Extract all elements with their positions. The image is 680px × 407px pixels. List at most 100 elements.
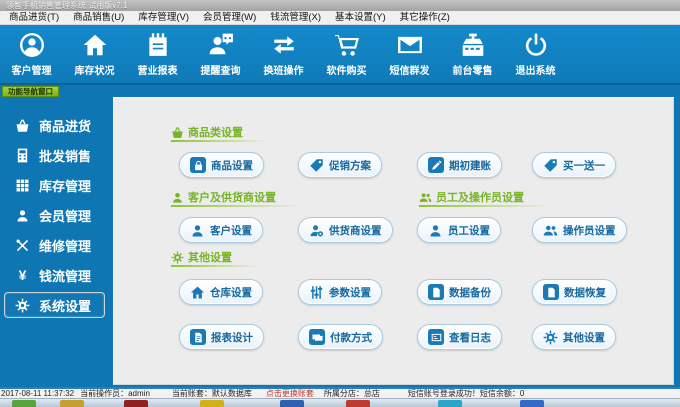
status-operator: 当前操作员：admin xyxy=(80,389,150,398)
view-log-button[interactable]: 查看日志 xyxy=(417,324,502,350)
data-backup-button[interactable]: 数据备份 xyxy=(417,279,502,305)
menu-item-inventory[interactable]: 库存管理(V) xyxy=(131,11,196,25)
toolbar-shift-change[interactable]: 换班操作 xyxy=(252,32,315,77)
os-taskbar xyxy=(0,398,680,407)
menu-item-other-ops[interactable]: 其它操作(Z) xyxy=(393,11,457,25)
sidebar-item-label: 商品进货 xyxy=(39,118,92,134)
taskbar-app-icon[interactable] xyxy=(12,400,36,407)
report-design-button[interactable]: 报表设计 xyxy=(179,324,264,350)
toolbar-inventory-status[interactable]: 库存状况 xyxy=(63,32,126,77)
menu-item-basic-settings[interactable]: 基本设置(Y) xyxy=(328,11,393,25)
toolbar-sms-bulk[interactable]: 短信群发 xyxy=(378,32,441,77)
toolbar-label: 软件购买 xyxy=(326,66,367,77)
sidebar-item-purchase[interactable]: 商品进货 xyxy=(0,110,113,140)
taskbar-app-icon[interactable] xyxy=(60,400,84,407)
mail-icon xyxy=(397,32,423,58)
toolbar-label: 短信群发 xyxy=(389,66,430,77)
gear-icon xyxy=(15,298,30,313)
status-timestamp: 2017-08-11 11:37:32 xyxy=(1,389,75,398)
people-icon xyxy=(543,223,558,238)
sidebar: 商品进货 批发销售 库存管理 会员管理 维修管理 ¥ 钱流管理 系统设置 xyxy=(0,110,113,320)
pencil-icon xyxy=(428,157,444,173)
cash-register-icon xyxy=(460,32,486,58)
gear-icon xyxy=(171,251,184,264)
promotion-plan-button[interactable]: 促销方案 xyxy=(298,152,382,178)
sidebar-item-member[interactable]: 会员管理 xyxy=(0,200,113,230)
sidebar-item-label: 钱流管理 xyxy=(39,268,92,284)
taskbar-app-icon[interactable] xyxy=(200,400,224,407)
taskbar-app-icon[interactable] xyxy=(520,400,544,407)
yen-icon: ¥ xyxy=(18,266,27,283)
switch-account-link[interactable]: 点击更换账套 xyxy=(266,389,314,398)
toolbar-business-report[interactable]: 营业报表 xyxy=(126,32,189,77)
tools-icon xyxy=(15,238,30,253)
warehouse-settings-button[interactable]: 仓库设置 xyxy=(179,279,263,305)
taskbar-app-icon[interactable] xyxy=(124,400,148,407)
workspace: 功能导航窗口 商品进货 批发销售 库存管理 会员管理 维修管理 ¥ 钱流管理 系… xyxy=(0,85,680,387)
taskbar-app-icon[interactable] xyxy=(280,400,304,407)
section-header-customer-supplier: 客户及供货商设置 xyxy=(171,189,302,207)
app-window: 领智手机销售管理系统 试用版v7.1 商品进货(T) 商品销售(U) 库存管理(… xyxy=(0,0,680,407)
grid-icon xyxy=(15,178,30,193)
sidebar-item-wholesale[interactable]: 批发销售 xyxy=(0,140,113,170)
toolbar-label: 客户管理 xyxy=(11,66,52,77)
toolbar-label: 库存状况 xyxy=(74,66,115,77)
menu-item-purchase[interactable]: 商品进货(T) xyxy=(2,11,66,25)
sidebar-item-system-settings[interactable]: 系统设置 xyxy=(4,292,105,318)
log-window-icon xyxy=(428,329,444,345)
toolbar-reminder-query[interactable]: 提醒查询 xyxy=(189,32,252,77)
parameter-settings-button[interactable]: 参数设置 xyxy=(298,279,382,305)
employee-settings-button[interactable]: 员工设置 xyxy=(417,217,501,243)
sidebar-item-label: 批发销售 xyxy=(39,148,92,164)
person-icon xyxy=(171,191,184,204)
other-settings-button[interactable]: 其他设置 xyxy=(532,324,616,350)
basket-icon xyxy=(15,118,30,133)
person-gear-icon xyxy=(309,223,324,238)
report-icon xyxy=(190,329,206,345)
sidebar-item-label: 维修管理 xyxy=(39,238,92,254)
tag-icon xyxy=(543,158,558,173)
settings-panel: 商品类设置 商品设置 促销方案 期初建账 买一送一 客户及供货商设置 员工及操作… xyxy=(113,97,674,385)
calculator-icon xyxy=(15,148,30,163)
toolbar-label: 退出系统 xyxy=(515,66,556,77)
toolbar-customer-mgmt[interactable]: 客户管理 xyxy=(0,32,63,77)
sidebar-item-cashflow[interactable]: ¥ 钱流管理 xyxy=(0,260,113,290)
document-icon xyxy=(428,284,444,300)
product-settings-button[interactable]: 商品设置 xyxy=(179,152,264,178)
window-title: 领智手机销售管理系统 试用版v7.1 xyxy=(6,1,128,10)
operator-settings-button[interactable]: 操作员设置 xyxy=(532,217,627,243)
menu-item-member[interactable]: 会员管理(W) xyxy=(196,11,263,25)
status-branch: 所属分店：总店 xyxy=(323,389,380,398)
section-header-other: 其他设置 xyxy=(171,249,258,267)
customer-settings-button[interactable]: 客户设置 xyxy=(179,217,263,243)
taskbar-app-icon[interactable] xyxy=(346,400,370,407)
initial-account-button[interactable]: 期初建账 xyxy=(417,152,502,178)
toolbar-label: 营业报表 xyxy=(137,66,178,77)
nav-tab-function-navigation[interactable]: 功能导航窗口 xyxy=(2,86,59,97)
buy-one-get-one-button[interactable]: 买一送一 xyxy=(532,152,616,178)
toolbar-retail-pos[interactable]: 前台零售 xyxy=(441,32,504,77)
credit-card-icon xyxy=(309,329,325,345)
document-icon xyxy=(543,284,559,300)
taskbar-app-icon[interactable] xyxy=(438,400,462,407)
menu-item-sales[interactable]: 商品销售(U) xyxy=(66,11,131,25)
status-sms: 短信账号登录成功！短信余额：0 xyxy=(407,389,525,398)
notebook-icon xyxy=(145,32,171,58)
data-restore-button[interactable]: 数据恢复 xyxy=(532,279,617,305)
people-icon xyxy=(419,191,432,204)
toolbar-exit-system[interactable]: 退出系统 xyxy=(504,32,567,77)
menu-bar: 商品进货(T) 商品销售(U) 库存管理(V) 会员管理(W) 钱流管理(X) … xyxy=(0,11,680,25)
toolbar-label: 前台零售 xyxy=(452,66,493,77)
cart-icon xyxy=(334,32,360,58)
sidebar-item-inventory[interactable]: 库存管理 xyxy=(0,170,113,200)
toolbar-label: 提醒查询 xyxy=(200,66,241,77)
person-icon xyxy=(190,223,205,238)
sliders-icon xyxy=(309,285,324,300)
toolbar-software-purchase[interactable]: 软件购买 xyxy=(315,32,378,77)
person-icon xyxy=(15,208,30,223)
supplier-settings-button[interactable]: 供货商设置 xyxy=(298,217,393,243)
payment-method-button[interactable]: 付款方式 xyxy=(298,324,383,350)
menu-item-cashflow[interactable]: 钱流管理(X) xyxy=(263,11,328,25)
sidebar-item-repair[interactable]: 维修管理 xyxy=(0,230,113,260)
house-icon xyxy=(190,285,205,300)
